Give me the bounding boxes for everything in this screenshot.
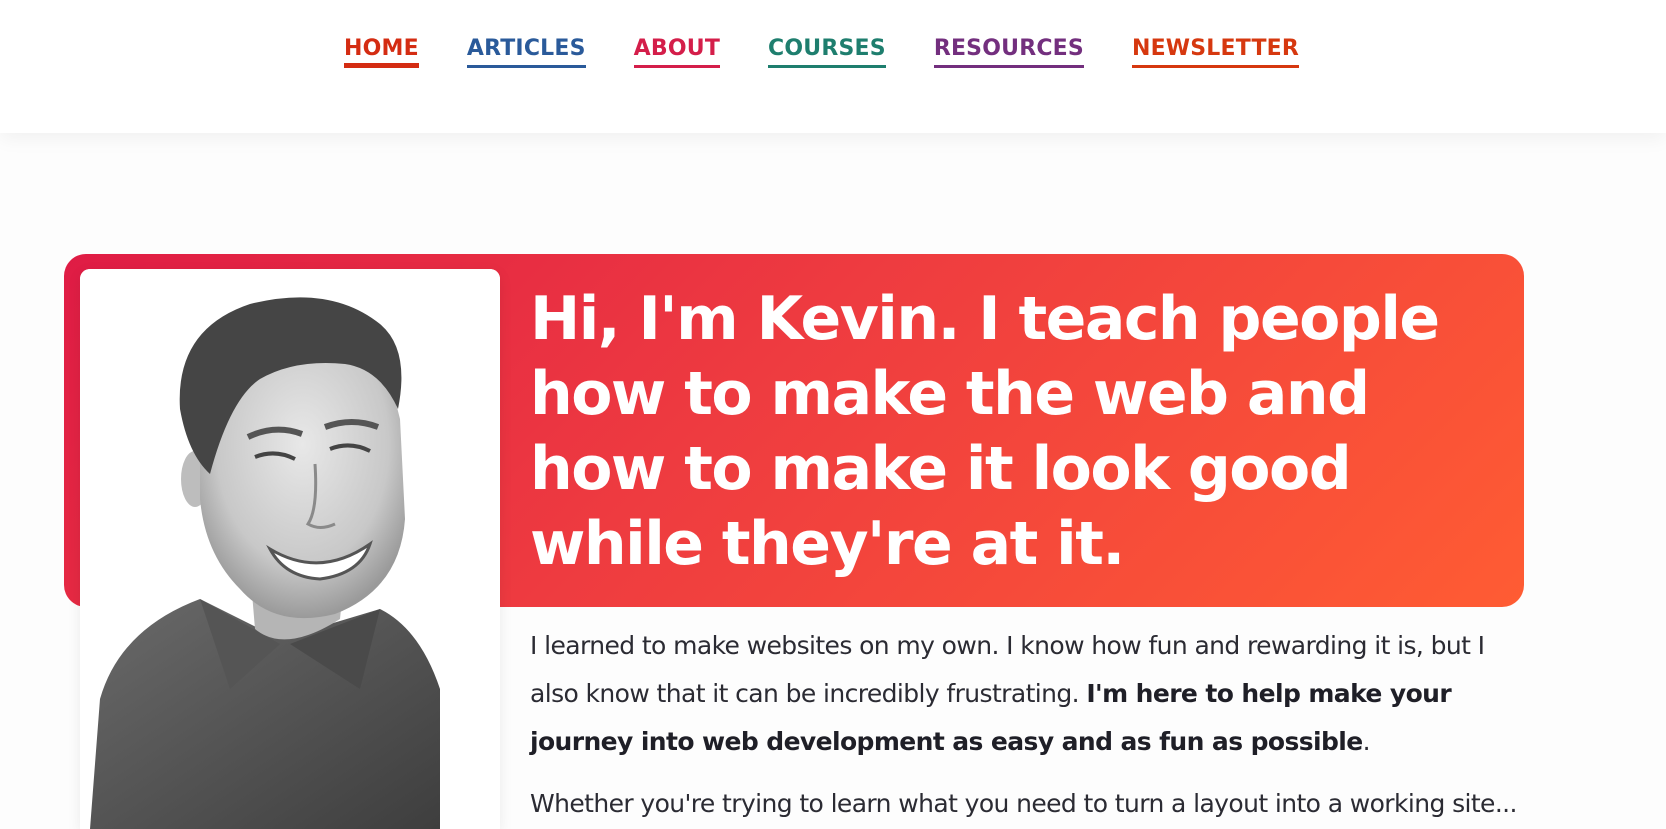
intro-next-paragraph: Whether you're trying to learn what you … xyxy=(530,789,1517,818)
nav-newsletter[interactable]: NEWSLETTER xyxy=(1131,36,1300,68)
nav-articles[interactable]: ARTICLES xyxy=(466,36,586,68)
intro-period: . xyxy=(1362,727,1371,756)
intro-paragraph: I learned to make websites on my own. I … xyxy=(530,622,1520,766)
hero-heading: Hi, I'm Kevin. I teach people how to mak… xyxy=(530,284,1440,579)
site-header: HOME ARTICLES ABOUT COURSES RESOURCES NE… xyxy=(0,0,1666,133)
nav-about[interactable]: ABOUT xyxy=(633,36,721,68)
portrait-photo-icon xyxy=(80,269,500,829)
main-nav: HOME ARTICLES ABOUT COURSES RESOURCES NE… xyxy=(344,36,1300,68)
nav-resources[interactable]: RESOURCES xyxy=(933,36,1084,68)
profile-photo xyxy=(80,269,500,829)
nav-courses[interactable]: COURSES xyxy=(768,36,886,68)
nav-home[interactable]: HOME xyxy=(344,36,419,68)
